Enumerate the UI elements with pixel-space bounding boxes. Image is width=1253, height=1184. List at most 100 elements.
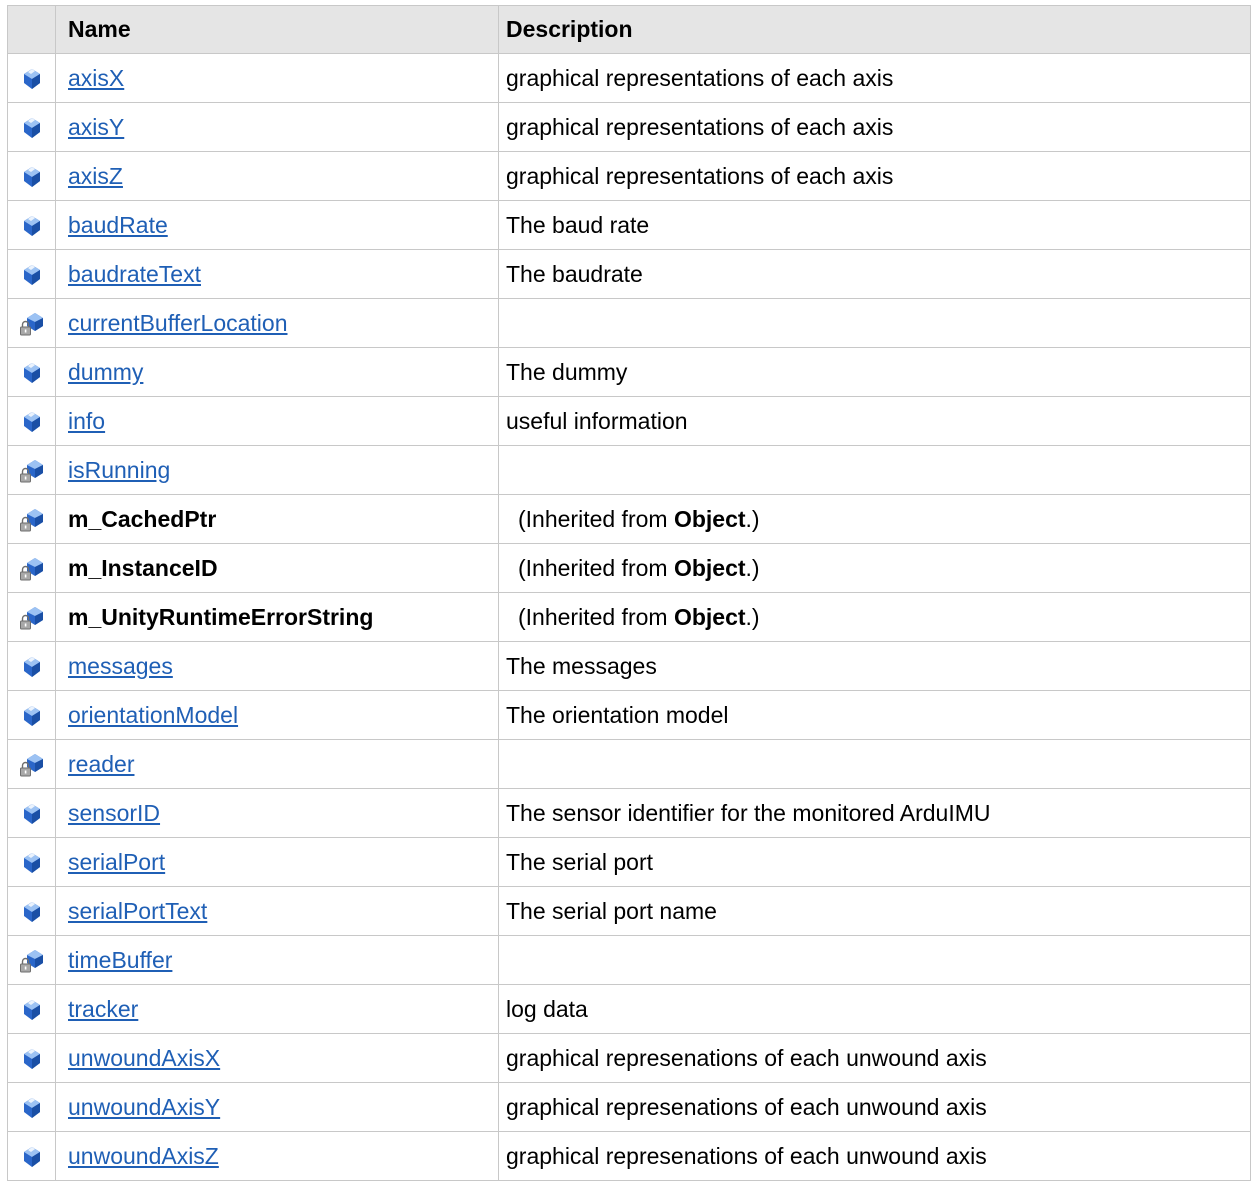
member-name-cell: tracker <box>55 984 499 1034</box>
member-description: graphical representations of each axis <box>506 162 894 189</box>
member-description: The dummy <box>506 358 628 385</box>
public-field-icon <box>22 411 42 433</box>
member-name-cell: unwoundAxisZ <box>55 1131 499 1181</box>
member-description: useful information <box>506 407 688 434</box>
member-link[interactable]: dummy <box>68 359 143 385</box>
member-description: graphical represenations of each unwound… <box>506 1044 987 1071</box>
inherited-class: Object <box>673 505 746 532</box>
member-description-cell: (Inherited from Object.) <box>498 592 1251 642</box>
member-link[interactable]: baudrateText <box>68 261 201 287</box>
member-description: graphical representations of each axis <box>506 113 894 140</box>
member-description-cell <box>498 739 1251 789</box>
member-link[interactable]: axisZ <box>68 163 123 189</box>
member-description: graphical represenations of each unwound… <box>506 1093 987 1120</box>
row-icon-cell <box>7 1033 56 1083</box>
member-description-cell: graphical represenations of each unwound… <box>498 1033 1251 1083</box>
member-description: The orientation model <box>506 701 729 728</box>
private-field-icon <box>19 753 45 777</box>
member-name-cell: isRunning <box>55 445 499 495</box>
member-link[interactable]: axisX <box>68 65 124 91</box>
member-name-cell: serialPortText <box>55 886 499 936</box>
table-row: info useful information <box>7 396 1251 446</box>
private-field-icon <box>19 459 45 483</box>
table-row: m_CachedPtr (Inherited from Object.) <box>7 494 1251 544</box>
member-description-cell: graphical representations of each axis <box>498 53 1251 103</box>
member-description-cell: The baudrate <box>498 249 1251 299</box>
member-link[interactable]: unwoundAxisZ <box>68 1143 219 1169</box>
table-row: unwoundAxisX graphical represenations of … <box>7 1033 1251 1083</box>
member-link[interactable]: sensorID <box>68 800 160 826</box>
header-description[interactable]: Description <box>498 5 1251 54</box>
member-description-cell: The serial port <box>498 837 1251 887</box>
private-field-icon <box>19 557 45 581</box>
public-field-icon <box>22 705 42 727</box>
member-name-cell: messages <box>55 641 499 691</box>
member-description: log data <box>506 995 588 1022</box>
member-link[interactable]: messages <box>68 653 173 679</box>
row-icon-cell <box>7 690 56 740</box>
inherited-prefix: (Inherited from <box>518 505 674 532</box>
member-description-cell: graphical representations of each axis <box>498 151 1251 201</box>
row-icon-cell <box>7 494 56 544</box>
inherited-suffix: .) <box>745 603 760 630</box>
member-description: The baud rate <box>506 211 650 238</box>
row-icon-cell <box>7 935 56 985</box>
inherited-suffix: .) <box>745 505 760 532</box>
row-icon-cell <box>7 592 56 642</box>
member-description: graphical represenations of each unwound… <box>506 1142 987 1169</box>
member-link[interactable]: baudRate <box>68 212 168 238</box>
member-link[interactable]: orientationModel <box>68 702 238 728</box>
row-icon-cell <box>7 886 56 936</box>
member-link[interactable]: tracker <box>68 996 138 1022</box>
row-icon-cell <box>7 53 56 103</box>
member-description-cell: The sensor identifier for the monitored … <box>498 788 1251 838</box>
member-name-cell: m_InstanceID <box>55 543 499 593</box>
row-icon-cell <box>7 249 56 299</box>
member-link[interactable]: timeBuffer <box>68 947 172 973</box>
member-link[interactable]: currentBufferLocation <box>68 310 288 336</box>
public-field-icon <box>22 1146 42 1168</box>
member-description-cell: The messages <box>498 641 1251 691</box>
table-row: messages The messages <box>7 641 1251 691</box>
table-row: axisY graphical representations of each a… <box>7 102 1251 152</box>
header-name[interactable]: Name <box>55 5 499 54</box>
table-row: serialPort The serial port <box>7 837 1251 887</box>
member-name-cell: baudrateText <box>55 249 499 299</box>
member-description-cell: graphical represenations of each unwound… <box>498 1131 1251 1181</box>
member-link[interactable]: serialPort <box>68 849 165 875</box>
member-description-cell: log data <box>498 984 1251 1034</box>
row-icon-cell <box>7 543 56 593</box>
member-link[interactable]: axisY <box>68 114 124 140</box>
member-link[interactable]: isRunning <box>68 457 170 483</box>
row-icon-cell <box>7 396 56 446</box>
public-field-icon <box>22 166 42 188</box>
member-description: The messages <box>506 652 657 679</box>
public-field-icon <box>22 803 42 825</box>
member-link[interactable]: serialPortText <box>68 898 207 924</box>
member-name-cell: currentBufferLocation <box>55 298 499 348</box>
member-name-cell: sensorID <box>55 788 499 838</box>
member-link[interactable]: reader <box>68 751 134 777</box>
member-description-cell: The serial port name <box>498 886 1251 936</box>
row-icon-cell <box>7 102 56 152</box>
member-description-cell: The baud rate <box>498 200 1251 250</box>
member-description-cell: (Inherited from Object.) <box>498 543 1251 593</box>
public-field-icon <box>22 215 42 237</box>
member-link[interactable]: unwoundAxisX <box>68 1045 220 1071</box>
member-description-cell <box>498 298 1251 348</box>
member-name-cell: orientationModel <box>55 690 499 740</box>
member-link[interactable]: info <box>68 408 105 434</box>
member-name-cell: axisZ <box>55 151 499 201</box>
member-name: m_CachedPtr <box>68 505 217 532</box>
row-icon-cell <box>7 200 56 250</box>
inherited-class: Object <box>673 554 746 581</box>
member-description-cell: The dummy <box>498 347 1251 397</box>
table-row: serialPortText The serial port name <box>7 886 1251 936</box>
member-name-cell: reader <box>55 739 499 789</box>
public-field-icon <box>22 999 42 1021</box>
inherited-note: (Inherited from Object.) <box>506 506 760 532</box>
table-row: dummy The dummy <box>7 347 1251 397</box>
member-link[interactable]: unwoundAxisY <box>68 1094 220 1120</box>
row-icon-cell <box>7 347 56 397</box>
table-row: unwoundAxisY graphical represenations of … <box>7 1082 1251 1132</box>
